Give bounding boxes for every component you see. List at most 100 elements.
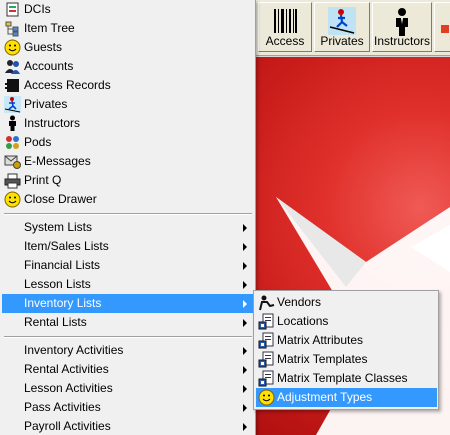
menu-item-access-records[interactable]: Access Records — [2, 76, 254, 95]
menu-item-label: Inventory Activities — [24, 343, 124, 357]
submenu-item-matrix-attributes[interactable]: Matrix Attributes — [256, 331, 437, 350]
menu-item-rental-activities[interactable]: Rental Activities — [2, 360, 254, 379]
dci-icon — [6, 2, 19, 17]
submenu-item-adjustment-types[interactable]: Adjustment Types — [256, 388, 437, 407]
menu-item-rental-lists[interactable]: Rental Lists — [2, 313, 254, 332]
vendor-icon — [259, 295, 275, 311]
submenu-item-label: Matrix Templates — [277, 352, 368, 366]
submenu-arrow-icon — [243, 243, 247, 251]
next-toolbar-button[interactable] — [434, 2, 450, 52]
barcode-icon — [274, 9, 297, 33]
menu-item-label: Lesson Lists — [24, 277, 91, 291]
submenu-arrow-icon — [243, 347, 247, 355]
access-toolbar-label: Access — [265, 34, 305, 48]
menu-item-label: Lesson Activities — [24, 381, 113, 395]
menu-item-label: Instructors — [24, 116, 81, 130]
submenu-arrow-icon — [243, 281, 247, 289]
menu-item-label: Close Drawer — [24, 192, 97, 206]
menu-item-instructors[interactable]: Instructors — [2, 114, 254, 133]
instructor-icon — [396, 8, 408, 36]
menu-item-pass-activities[interactable]: Pass Activities — [2, 398, 254, 417]
menu-item-guests[interactable]: Guests — [2, 38, 254, 57]
menu-item-print-q[interactable]: Print Q — [2, 171, 254, 190]
menu-item-payroll-activities[interactable]: Payroll Activities — [2, 417, 254, 435]
menu-item-system-lists[interactable]: System Lists — [2, 218, 254, 237]
list-icon — [258, 313, 274, 330]
printer-icon — [4, 173, 21, 189]
list-icon — [258, 370, 274, 387]
access-icon — [5, 79, 19, 92]
submenu-item-vendors[interactable]: Vendors — [256, 293, 437, 312]
submenu-item-label: Matrix Template Classes — [277, 371, 408, 385]
submenu-arrow-icon — [243, 423, 247, 431]
smiley-icon — [4, 39, 21, 56]
submenu-arrow-icon — [243, 300, 247, 308]
menu-item-label: Print Q — [24, 173, 62, 187]
menu-item-label: Privates — [24, 97, 68, 111]
submenu-arrow-icon — [243, 319, 247, 327]
menu-item-label: DCIs — [24, 2, 51, 16]
accounts-icon — [5, 60, 20, 74]
submenu-arrow-icon — [243, 366, 247, 374]
menu-item-pods[interactable]: Pods — [2, 133, 254, 152]
instructor-icon — [9, 115, 16, 131]
menu-item-label: Item Tree — [24, 21, 75, 35]
submenu-item-label: Matrix Attributes — [277, 333, 364, 347]
menu-item-financial-lists[interactable]: Financial Lists — [2, 256, 254, 275]
submenu-arrow-icon — [243, 262, 247, 270]
menu-item-inventory-activities[interactable]: Inventory Activities — [2, 341, 254, 360]
menu-item-label: Item/Sales Lists — [24, 239, 109, 253]
partial-toolbar-icon — [441, 25, 449, 33]
list-icon — [258, 332, 274, 349]
inventory-lists-submenu: Vendors Locations Matrix Attributes Matr… — [253, 290, 439, 410]
menu-item-lesson-lists[interactable]: Lesson Lists — [2, 275, 254, 294]
menu-item-label: Inventory Lists — [24, 296, 102, 310]
menu-item-accounts[interactable]: Accounts — [2, 57, 254, 76]
tree-icon — [5, 21, 19, 37]
menu-item-label: Pass Activities — [24, 400, 101, 414]
submenu-item-matrix-template-classes[interactable]: Matrix Template Classes — [256, 369, 437, 388]
smiley-icon — [258, 389, 275, 406]
menu-item-label: Accounts — [24, 59, 74, 73]
menu-item-label: Pods — [24, 135, 52, 149]
submenu-arrow-icon — [243, 385, 247, 393]
toolbar: Access Privates Instructors — [256, 0, 450, 56]
menu-item-item-sales-lists[interactable]: Item/Sales Lists — [2, 237, 254, 256]
menu-item-item-tree[interactable]: Item Tree — [2, 19, 254, 38]
pods-icon — [6, 136, 19, 149]
instructors-toolbar-label: Instructors — [373, 34, 430, 48]
submenu-arrow-icon — [243, 224, 247, 232]
submenu-item-locations[interactable]: Locations — [256, 312, 437, 331]
menu-item-label: Access Records — [24, 78, 111, 92]
privates-toolbar-label: Privates — [320, 34, 364, 48]
menu-item-label: Rental Lists — [24, 315, 87, 329]
context-menu: DCIs Item Tree Guests Accounts Access Re… — [0, 0, 256, 435]
menu-item-privates[interactable]: Privates — [2, 95, 254, 114]
smiley-icon — [4, 191, 21, 208]
menu-item-e-messages[interactable]: E-Messages — [2, 152, 254, 171]
privates-toolbar-button[interactable]: Privates — [314, 2, 370, 52]
submenu-item-label: Adjustment Types — [277, 390, 373, 404]
menu-item-label: Guests — [24, 40, 63, 54]
submenu-item-matrix-templates[interactable]: Matrix Templates — [256, 350, 437, 369]
menu-item-label: Payroll Activities — [24, 419, 111, 433]
skier-icon — [4, 96, 21, 113]
email-icon — [4, 155, 21, 169]
menu-item-lesson-activities[interactable]: Lesson Activities — [2, 379, 254, 398]
submenu-arrow-icon — [243, 404, 247, 412]
instructors-toolbar-button[interactable]: Instructors — [372, 2, 432, 52]
menu-item-label: Financial Lists — [24, 258, 101, 272]
menu-separator — [4, 336, 252, 338]
menu-item-label: E-Messages — [24, 154, 91, 168]
menu-item-label: Rental Activities — [24, 362, 109, 376]
access-toolbar-button[interactable]: Access — [258, 2, 312, 52]
menu-item-label: System Lists — [24, 220, 93, 234]
skier-icon — [328, 7, 356, 35]
menu-item-inventory-lists[interactable]: Inventory Lists — [2, 294, 254, 313]
menu-item-dcis[interactable]: DCIs — [2, 0, 254, 19]
menu-separator — [4, 213, 252, 215]
menu-item-close-drawer[interactable]: Close Drawer — [2, 190, 254, 209]
submenu-item-label: Vendors — [277, 295, 322, 309]
list-icon — [258, 351, 274, 368]
submenu-item-label: Locations — [277, 314, 329, 328]
